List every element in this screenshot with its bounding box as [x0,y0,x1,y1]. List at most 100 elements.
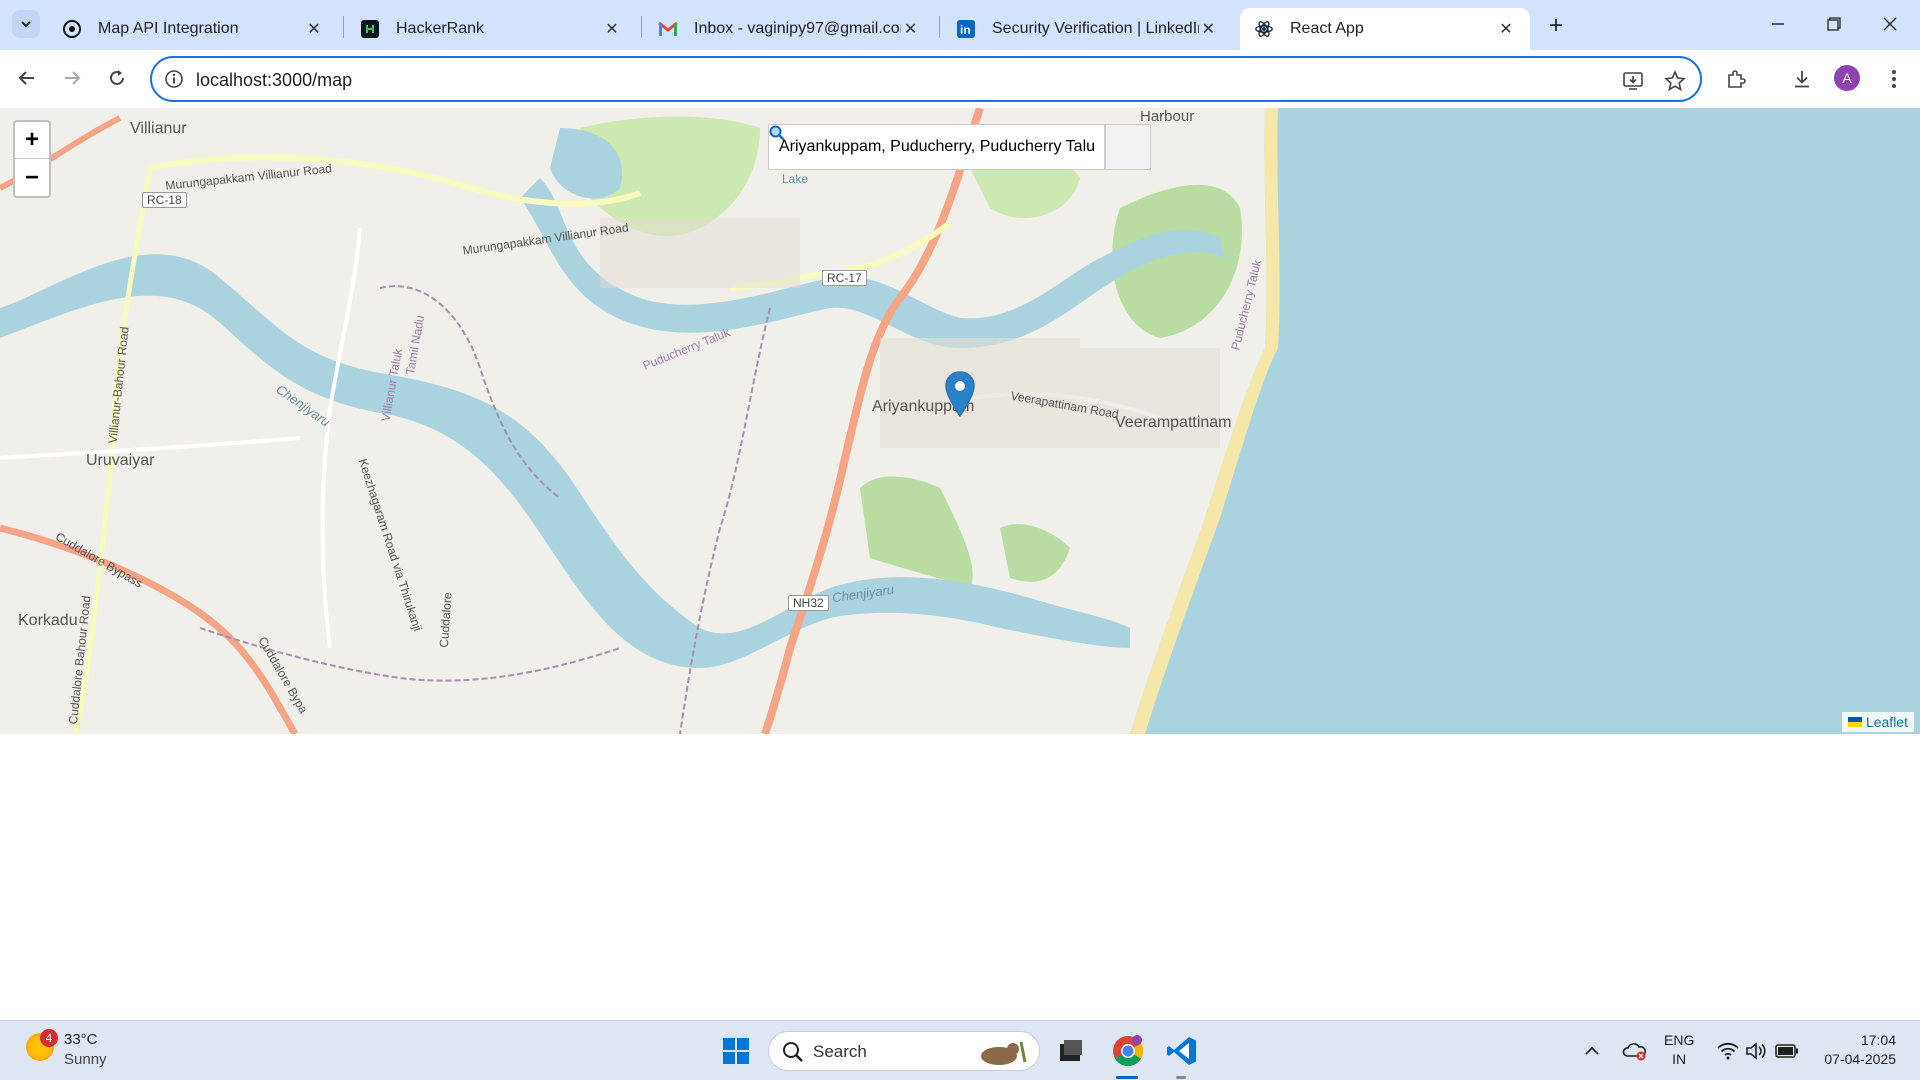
map-container[interactable]: Villianur Harbour Uruvaiyar Korkadu Veer… [0,108,1920,734]
minimize-button[interactable] [1750,8,1806,40]
reload-button[interactable] [101,62,133,94]
tab-strip: Map API Integration ✕ HackerRank ✕ Inbox… [0,0,1920,50]
windows-start-icon[interactable] [722,1037,750,1065]
back-button[interactable] [11,62,43,94]
plus-icon: + [1548,12,1563,39]
windows-taskbar: 4 33°C Sunny Search ENG IN 17:04 07-04-2… [0,1020,1920,1080]
wifi-tray-button[interactable] [1716,1039,1740,1063]
arrow-left-icon [18,71,34,85]
location-search-input[interactable] [768,124,1105,170]
tab-label: Map API Integration [98,20,239,37]
browser-toolbar: localhost:3000/map A [0,50,1920,108]
task-view-button[interactable] [1050,1031,1090,1071]
puzzle-icon [1728,70,1746,88]
downloads-button[interactable] [1788,65,1816,93]
close-window-button[interactable] [1862,8,1918,40]
map-label: Villianur [130,120,187,137]
weather-condition[interactable]: Sunny [64,1051,107,1068]
speaker-icon [1746,1042,1766,1060]
road-bypass [0,524,299,734]
new-tab-button[interactable]: + [1542,12,1570,40]
url-text: localhost:3000/map [196,70,353,90]
close-icon[interactable]: ✕ [304,19,324,39]
clock-date: 07-04-2025 [1824,1051,1896,1067]
menu-button[interactable] [1880,65,1908,93]
reload-icon [110,70,124,85]
hackerrank-icon [360,19,380,39]
bookmark-button[interactable] [1662,68,1688,94]
zoom-in-button[interactable]: + [15,122,49,159]
tab-map-api-integration[interactable]: Map API Integration ✕ [48,8,338,50]
info-icon[interactable] [164,69,184,89]
river [0,254,1130,668]
tab-hackerrank[interactable]: HackerRank ✕ [346,8,636,50]
taskbar-search[interactable]: Search [768,1031,1040,1071]
tab-label: React App [1290,20,1364,37]
more-vert-icon [1892,70,1896,88]
attribution-link[interactable]: Leaflet [1866,714,1908,730]
chrome-taskbar-button[interactable] [1108,1031,1148,1071]
page-body [0,734,1920,1020]
close-icon[interactable]: ✕ [1199,19,1218,39]
react-icon [1254,19,1274,39]
language-indicator[interactable]: ENG IN [1664,1031,1694,1069]
ukraine-flag-icon [1847,717,1862,727]
taskbar-search-label: Search [813,1042,867,1061]
install-icon [1623,72,1643,90]
location-marker-icon[interactable] [944,370,976,418]
map-label: Lake [782,172,809,186]
arrow-right-icon [65,71,81,85]
tab-separator [343,16,344,38]
svg-text:in: in [960,23,971,37]
map-attribution[interactable]: Leaflet [1841,712,1914,732]
clock-time: 17:04 [1860,1032,1896,1048]
show-hidden-icons-button[interactable] [1582,1039,1602,1063]
system-clock[interactable]: 17:04 07-04-2025 [1816,1031,1896,1069]
running-app-indicator [1176,1076,1186,1079]
vscode-taskbar-button[interactable] [1162,1031,1202,1071]
forward-button[interactable] [56,62,88,94]
park-area [860,476,973,588]
road-shield-rc17: RC-17 [822,270,867,286]
map-label: Veerampattinam [1115,414,1232,431]
minimize-icon [1772,23,1784,25]
zoom-out-button[interactable]: − [15,159,49,196]
tab-gmail-inbox[interactable]: Inbox - vaginipy97@gmail.com ✕ [644,8,934,50]
restore-button[interactable] [1806,8,1862,40]
search-icon [783,1042,803,1062]
weather-temperature[interactable]: 33°C [64,1031,98,1048]
search-button[interactable] [769,124,1151,170]
tab-label: Inbox - vaginipy97@gmail.com [694,20,902,37]
tab-react-app[interactable]: React App ✕ [1240,8,1530,50]
install-app-button[interactable] [1620,68,1646,94]
region-code: IN [1672,1051,1687,1067]
urban-area [1080,348,1220,448]
tab-separator [641,16,642,38]
map-label: Harbour [1140,108,1195,125]
road-shield-rc18: RC-18 [142,192,187,208]
language-code: ENG [1664,1032,1695,1048]
close-icon[interactable]: ✕ [901,19,920,39]
location-search [768,124,1151,170]
tab-label: HackerRank [396,20,485,37]
search-icon [769,125,785,141]
onedrive-tray-button[interactable] [1622,1039,1648,1063]
zoom-control: + − [13,120,51,198]
tab-search-button[interactable] [12,10,40,38]
chrome-icon [1113,1035,1144,1067]
extensions-button[interactable] [1722,65,1750,93]
close-icon[interactable]: ✕ [602,19,622,39]
chevron-down-icon [21,21,31,28]
tab-linkedin[interactable]: in Security Verification | LinkedIn ✕ [942,8,1232,50]
close-icon [1883,17,1897,31]
volume-tray-button[interactable] [1744,1039,1768,1063]
vscode-icon [1167,1037,1196,1065]
active-app-indicator [1116,1076,1138,1079]
search-highlight-icon [981,1041,1027,1065]
battery-tray-button[interactable] [1774,1039,1800,1063]
address-bar[interactable]: localhost:3000/map [150,56,1702,102]
road-tamil-nadu [320,227,362,649]
tab-label: Security Verification | LinkedIn [992,20,1199,37]
profile-avatar[interactable]: A [1834,65,1860,91]
close-icon[interactable]: ✕ [1496,19,1516,39]
